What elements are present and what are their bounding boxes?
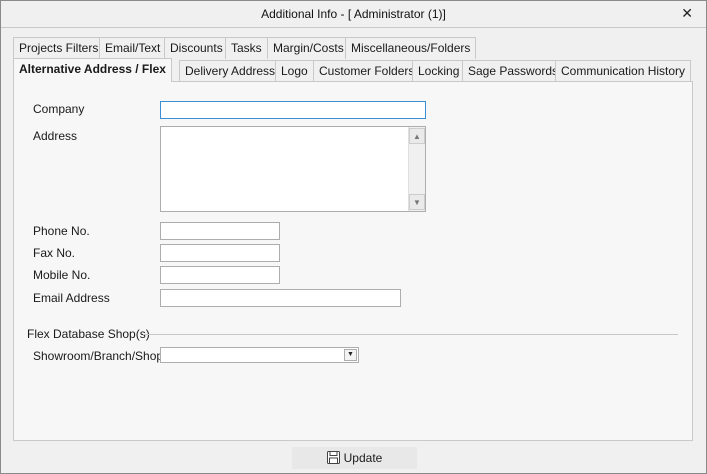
company-label: Company — [33, 102, 85, 116]
update-button[interactable]: Update — [292, 447, 417, 469]
window-title: Additional Info - [ Administrator (1)] — [261, 7, 446, 21]
tab-sage-passwords[interactable]: Sage Passwords — [462, 60, 565, 82]
section-divider — [143, 334, 678, 335]
tab-email-text[interactable]: Email/Text — [99, 37, 167, 59]
fax-field[interactable] — [160, 244, 280, 262]
tab-delivery-address[interactable]: Delivery Address — [179, 60, 282, 82]
tab-customer-folders[interactable]: Customer Folders — [313, 60, 421, 82]
company-field[interactable] — [160, 101, 426, 119]
email-field[interactable] — [160, 289, 401, 307]
scroll-up-icon[interactable]: ▲ — [409, 128, 425, 144]
chevron-down-icon[interactable]: ▼ — [344, 349, 357, 361]
title-bar: Additional Info - [ Administrator (1)] ✕ — [1, 1, 706, 28]
mobile-field[interactable] — [160, 266, 280, 284]
phone-label: Phone No. — [33, 224, 90, 238]
save-icon — [326, 451, 340, 464]
address-scrollbar[interactable]: ▲ ▼ — [408, 127, 425, 211]
tab-locking[interactable]: Locking — [412, 60, 466, 82]
tab-miscellaneous-folders[interactable]: Miscellaneous/Folders — [345, 37, 477, 59]
scroll-down-icon[interactable]: ▼ — [409, 194, 425, 210]
close-icon[interactable]: ✕ — [681, 5, 693, 22]
tab-tasks[interactable]: Tasks — [225, 37, 268, 59]
fax-label: Fax No. — [33, 246, 76, 260]
tab-alternative-address-flex[interactable]: Alternative Address / Flex — [13, 58, 172, 82]
mobile-label: Mobile No. — [33, 268, 91, 282]
showroom-label: Showroom/Branch/Shop — [33, 349, 164, 363]
tab-communication-history[interactable]: Communication History — [555, 60, 692, 82]
phone-field[interactable] — [160, 222, 280, 240]
email-label: Email Address — [33, 291, 110, 305]
tab-discounts[interactable]: Discounts — [164, 37, 229, 59]
tab-projects-filters[interactable]: Projects Filters — [13, 37, 105, 59]
flex-section-title: Flex Database Shop(s) — [27, 327, 150, 341]
tab-margin-costs[interactable]: Margin/Costs — [267, 37, 350, 59]
showroom-select[interactable]: ▼ — [160, 347, 359, 363]
update-label: Update — [343, 451, 383, 465]
address-field[interactable]: ▲ ▼ — [160, 126, 426, 212]
address-label: Address — [33, 129, 78, 143]
tab-logo[interactable]: Logo — [275, 60, 314, 82]
dialog-window: Additional Info - [ Administrator (1)] ✕… — [0, 0, 707, 474]
